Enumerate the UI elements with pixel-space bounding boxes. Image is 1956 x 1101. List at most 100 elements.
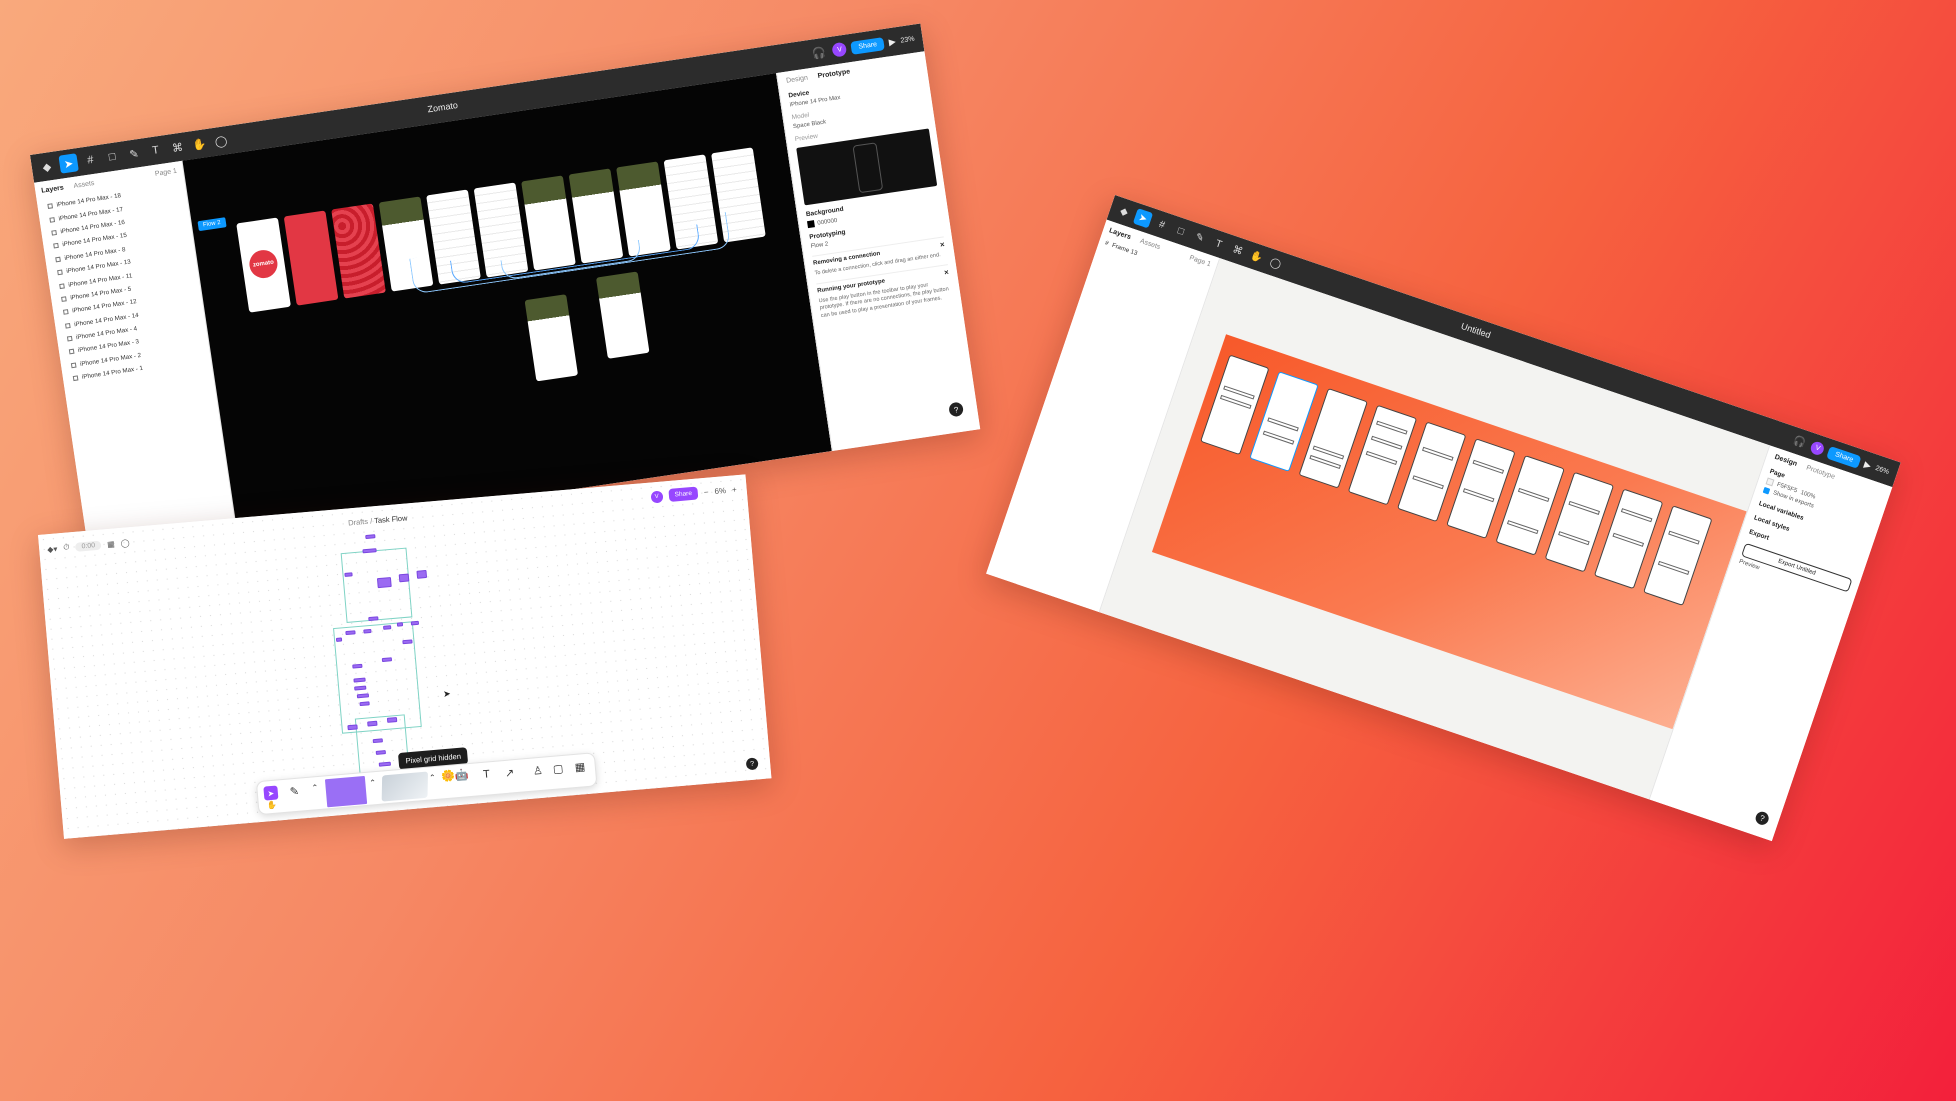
timer-icon[interactable]: ⏱ [63,542,70,552]
avatar[interactable]: V [831,41,848,58]
flow-node[interactable] [376,577,392,589]
tab-design[interactable]: Design [786,75,809,85]
phone-frame[interactable] [524,294,579,382]
comment-icon[interactable]: ◯ [120,538,130,548]
zoom-in-icon[interactable]: + [732,485,737,494]
flow-node[interactable] [352,663,363,669]
text-tool-icon[interactable]: T [1209,234,1229,254]
share-button[interactable]: Share [1826,445,1862,469]
tab-layers[interactable]: Layers [1108,227,1132,241]
flow-node[interactable] [375,750,386,755]
section-tool-icon[interactable]: ▢ [552,762,563,776]
move-tool-icon[interactable]: ➤ [1132,208,1154,229]
timer[interactable]: 0:00 [75,540,102,552]
move-tool-icon[interactable]: ➤ [58,153,79,174]
flow-node[interactable] [335,637,343,642]
flow-node[interactable] [368,616,379,622]
text-tool-icon[interactable]: T [145,140,165,160]
phone-frame-splash[interactable]: zomato [236,217,291,313]
share-button[interactable]: Share [850,36,885,55]
marker-tool-icon[interactable]: ✎ [289,785,299,799]
sticky-note-tool[interactable] [324,775,368,808]
resources-icon[interactable]: ⌘ [1228,240,1248,260]
phone-frame[interactable] [595,271,650,359]
flow-node[interactable] [396,622,404,627]
tab-prototype[interactable]: Prototype [817,68,850,80]
page-selector[interactable]: Page 1 [154,168,177,178]
chevron-up-icon[interactable]: ⌃ [311,783,318,793]
shapes-tool[interactable] [381,771,428,802]
select-tool-icon[interactable]: ➤ [263,785,279,801]
frame-icon [57,269,63,276]
flow-starting-point[interactable]: Flow 2 [197,217,227,232]
pen-tool-icon[interactable]: ✎ [124,144,144,164]
stamp-tool-icon[interactable]: ♙ [532,764,544,778]
connector-tool-icon[interactable]: ↗ [505,766,515,780]
hand-tool-icon[interactable]: ✋ [1246,247,1266,267]
stickers-icon[interactable]: 🌼🤖 [441,768,469,783]
zoom-level[interactable]: 23% [900,35,915,44]
avatar[interactable]: V [1809,439,1827,457]
flow-node[interactable] [398,573,410,583]
play-icon[interactable]: ▶ [888,36,896,48]
tab-prototype[interactable]: Prototype [1805,465,1836,481]
headphones-icon[interactable]: 🎧 [809,42,829,62]
tab-design[interactable]: Design [1774,454,1798,468]
flow-node[interactable] [363,628,372,634]
phone-frame[interactable] [331,203,386,299]
flow-node[interactable] [344,572,353,577]
phone-frame[interactable] [283,210,339,306]
zoom-level[interactable]: 26% [1875,464,1891,475]
hand-tool-icon[interactable]: ✋ [267,801,278,811]
flow-node[interactable] [402,639,413,645]
share-button[interactable]: Share [668,486,699,502]
frame-tool-icon[interactable]: # [1152,215,1172,235]
zoom-level[interactable]: 6% [714,486,726,496]
close-icon[interactable]: ✕ [939,241,946,249]
color-swatch[interactable] [807,220,815,229]
flow-node[interactable] [386,717,398,723]
shape-tool-icon[interactable]: □ [1171,221,1191,241]
close-icon[interactable]: ✕ [944,269,950,277]
resources-icon[interactable]: ⌘ [167,137,187,157]
hand-tool-icon[interactable]: ✋ [189,134,209,154]
checkbox-icon[interactable] [1762,486,1771,495]
flow-node[interactable] [345,630,356,636]
page-selector[interactable]: Page 1 [1188,255,1211,269]
wireframe-block [1376,420,1408,435]
flow-node[interactable] [367,720,378,727]
comment-tool-icon[interactable]: ◯ [1265,253,1285,273]
flow-node[interactable] [416,569,428,579]
avatar[interactable]: V [650,490,664,504]
main-menu-icon[interactable]: ◆▾ [47,544,58,554]
file-title[interactable]: Zomato [427,100,459,114]
flow-node[interactable] [359,701,370,707]
widgets-icon[interactable]: ▦ [107,539,115,549]
design-canvas[interactable] [1099,258,1770,800]
flow-node[interactable] [381,657,393,663]
flow-node[interactable] [372,738,383,744]
shape-tool-icon[interactable]: □ [102,147,122,167]
frame-tool-icon[interactable]: # [80,150,100,170]
table-tool-icon[interactable]: ▦ [574,760,585,774]
flow-node[interactable] [365,534,376,540]
pen-tool-icon[interactable]: ✎ [1190,227,1210,247]
zoom-out-icon[interactable]: − [704,488,709,497]
file-title[interactable]: Untitled [1460,321,1492,340]
flow-node[interactable] [410,620,420,626]
breadcrumb-root[interactable]: Drafts [348,517,369,528]
chevron-up-icon[interactable]: ⌃ [429,773,436,783]
color-swatch[interactable] [1765,477,1775,487]
tab-assets[interactable]: Assets [1139,238,1161,251]
main-menu-icon[interactable]: ◆ [37,156,57,176]
headphones-icon[interactable]: 🎧 [1789,432,1809,452]
comment-tool-icon[interactable]: ◯ [211,131,231,151]
flow-node[interactable] [347,724,358,731]
chevron-up-icon[interactable]: ⌃ [369,778,376,788]
tab-layers[interactable]: Layers [41,184,64,194]
text-tool-icon[interactable]: T [483,768,491,781]
tab-assets[interactable]: Assets [73,180,95,190]
main-menu-icon[interactable]: ◆ [1114,202,1134,222]
play-icon[interactable]: ▶ [1863,459,1873,472]
flow-node[interactable] [383,625,392,630]
